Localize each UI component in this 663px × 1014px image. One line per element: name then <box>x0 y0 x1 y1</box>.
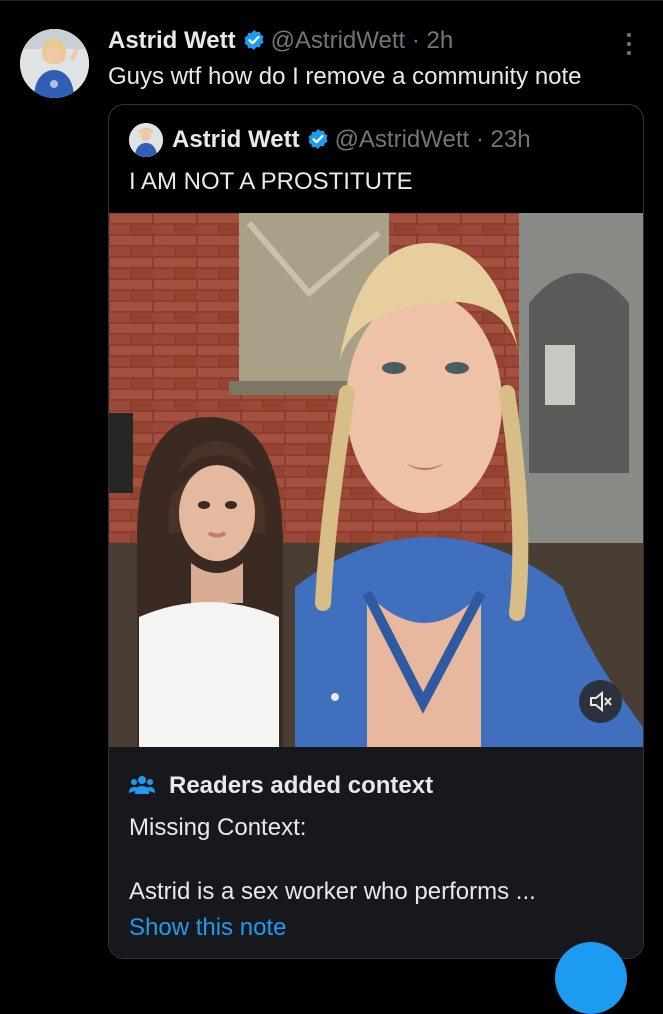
show-note-link[interactable]: Show this note <box>129 913 286 943</box>
quoted-header-separator: · <box>475 126 484 153</box>
community-note[interactable]: Readers added context Missing Context: A… <box>109 747 643 958</box>
top-divider <box>0 0 663 1</box>
compose-button[interactable] <box>555 942 627 1014</box>
quoted-author-avatar[interactable] <box>129 123 163 157</box>
author-name[interactable]: Astrid Wett <box>108 27 236 54</box>
quoted-tweet-text: I AM NOT A PROSTITUTE <box>129 168 413 195</box>
author-avatar[interactable] <box>20 29 89 98</box>
community-note-body: Astrid is a sex worker who performs ... <box>129 878 536 905</box>
quoted-tweet[interactable]: Astrid Wett @AstridWett · 23h I AM NOT A … <box>108 104 644 959</box>
community-note-title: Readers added context <box>169 772 434 799</box>
quoted-author-handle[interactable]: @AstridWett <box>335 126 470 153</box>
header-separator: · <box>411 27 420 54</box>
quoted-tweet-header: Astrid Wett @AstridWett · 23h <box>172 125 531 155</box>
quoted-tweet-time[interactable]: 23h <box>491 126 531 153</box>
author-handle[interactable]: @AstridWett <box>271 27 406 54</box>
verified-badge-icon <box>243 29 265 51</box>
community-note-label: Missing Context: <box>129 814 307 841</box>
quoted-avatar-image <box>129 123 163 157</box>
community-note-header: Readers added context <box>129 771 433 801</box>
verified-badge-icon <box>307 128 329 150</box>
more-vertical-icon[interactable] <box>618 30 640 56</box>
tweet-header: Astrid Wett @AstridWett · 2h <box>108 26 453 56</box>
quoted-author-name[interactable]: Astrid Wett <box>172 126 300 153</box>
avatar-image <box>20 29 89 98</box>
tweet-text: Guys wtf how do I remove a community not… <box>108 63 582 90</box>
tweet-time[interactable]: 2h <box>427 27 454 54</box>
people-icon <box>129 774 155 796</box>
video-player[interactable] <box>109 213 643 747</box>
video-frame <box>109 213 643 747</box>
speaker-muted-icon[interactable] <box>579 680 622 723</box>
